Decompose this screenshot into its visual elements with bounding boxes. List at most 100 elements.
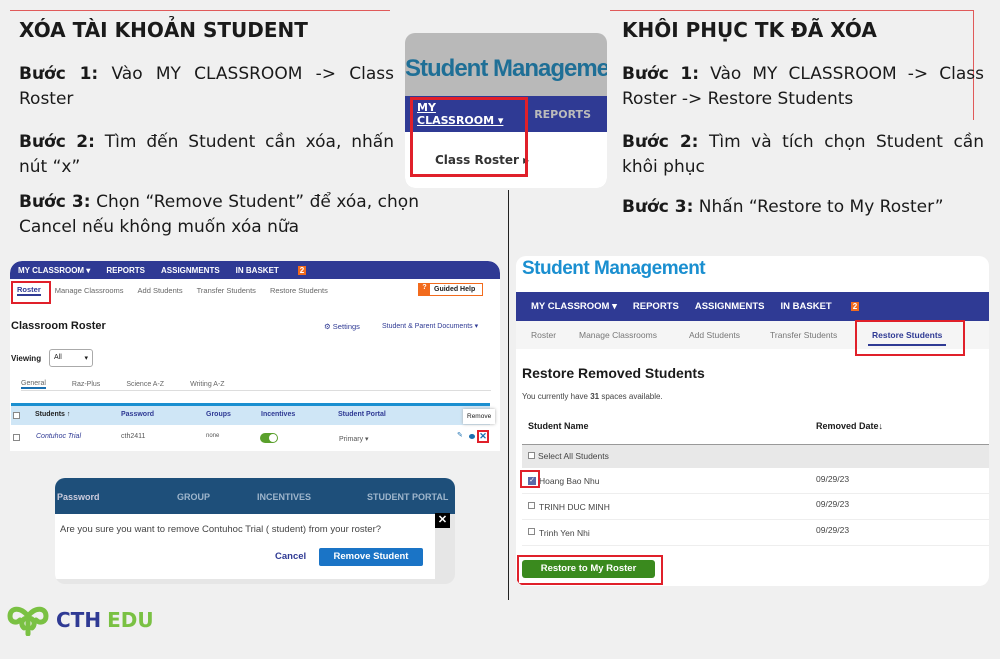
page-title: Classroom Roster <box>11 320 106 332</box>
roster-screenshot: MY CLASSROOM ▾ REPORTS ASSIGNMENTS IN BA… <box>10 261 500 451</box>
table-row: Contuhoc Trial cth2411 none Primary ▾ ✎ … <box>11 429 490 447</box>
divider-line <box>508 190 509 600</box>
col-incentives: Incentives <box>261 411 296 418</box>
student-password: cth2411 <box>121 433 146 440</box>
logo-edu: EDU <box>107 608 154 632</box>
left-title: XÓA TÀI KHOẢN STUDENT <box>19 18 308 42</box>
nav-my-classroom[interactable]: MY CLASSROOM ▾ <box>18 266 90 275</box>
logo-leaf-icon <box>7 606 49 636</box>
removed-date: 09/29/23 <box>816 525 850 535</box>
table-row: ✓ Hoang Bao Nhu 09/29/23 <box>522 468 989 494</box>
nav-in-basket[interactable]: IN BASKET 2 <box>236 265 323 275</box>
roster-tabs: General Raz-Plus Science A-Z Writing A-Z <box>21 379 491 391</box>
nav-in-basket[interactable]: IN BASKET 2 <box>781 301 876 312</box>
col-students[interactable]: Students ↑ <box>35 411 70 418</box>
nav-assignments[interactable]: ASSIGNMENTS <box>161 266 220 275</box>
decor-line <box>10 10 390 11</box>
tab-general[interactable]: General <box>21 380 46 389</box>
right-step-3: Bước 3: Nhấn “Restore to My Roster” <box>622 197 944 217</box>
page-title: Restore Removed Students <box>522 365 705 381</box>
tab-manage-classrooms[interactable]: Manage Classrooms <box>55 286 124 295</box>
tab-science[interactable]: Science A-Z <box>126 381 164 388</box>
row-checkbox[interactable] <box>528 528 535 535</box>
close-icon[interactable]: ✕ <box>435 513 450 528</box>
nav-reports[interactable]: REPORTS <box>106 266 145 275</box>
right-title: KHÔI PHỤC TK ĐÃ XÓA <box>622 18 877 42</box>
restore-screenshot: Student Management MY CLASSROOM ▾ REPORT… <box>516 256 989 586</box>
removed-date: 09/29/23 <box>816 474 850 484</box>
guided-help-button[interactable]: ? Guided Help <box>418 283 483 296</box>
brand-logo: Student Management <box>405 55 607 82</box>
removed-date: 09/29/23 <box>816 499 850 509</box>
logo-cth: CTH <box>56 608 102 632</box>
edit-icon[interactable]: ✎ <box>457 431 463 439</box>
basket-count: 2 <box>850 302 860 311</box>
tab-restore-students[interactable]: Restore Students <box>270 286 328 295</box>
highlight-box <box>520 470 540 488</box>
nav-bar: MY CLASSROOM ▾ REPORTS ASSIGNMENTS IN BA… <box>516 292 989 321</box>
left-step-1: Bước 1: Vào MY CLASSROOM -> Class Roster <box>19 64 394 109</box>
tab-add-students[interactable]: Add Students <box>138 286 183 295</box>
viewing-label: Viewing <box>11 354 42 363</box>
highlight-box <box>11 281 51 304</box>
nav-my-classroom[interactable]: MY CLASSROOM ▾ <box>531 301 617 312</box>
table-row: Trinh Yen Nhi 09/29/23 <box>522 520 989 546</box>
select-all-checkbox[interactable] <box>13 412 20 419</box>
nav-reports[interactable]: REPORTS <box>633 301 679 312</box>
right-step-2: Bước 2: Tìm và tích chọn Student cần khô… <box>622 132 984 177</box>
highlight-box <box>517 555 663 585</box>
message-icon[interactable] <box>469 434 475 439</box>
menu-screenshot: Student Management MY CLASSROOM ▾ REPORT… <box>405 33 607 188</box>
student-name[interactable]: Contuhoc Trial <box>36 433 81 440</box>
table-header: Students ↑ Password Groups Incentives St… <box>11 403 490 425</box>
remove-x-icon[interactable]: ✕ <box>477 430 489 443</box>
right-step-1: Bước 1: Vào MY CLASSROOM -> Class Roster… <box>622 64 984 109</box>
cancel-button[interactable]: Cancel <box>275 551 306 562</box>
dialog: Are you sure you want to remove Contuhoc… <box>55 514 435 579</box>
basket-count: 2 <box>297 265 307 275</box>
spaces-available: You currently have 31 spaces available. <box>522 392 663 401</box>
student-name: Trinh Yen Nhi <box>539 528 590 538</box>
student-name: Hoang Bao Nhu <box>539 476 600 486</box>
col-removed-date[interactable]: Removed Date↓ <box>816 421 883 431</box>
viewing-select[interactable]: All ▾ <box>49 349 93 367</box>
tab-raz-plus[interactable]: Raz-Plus <box>72 381 100 388</box>
portal-select[interactable]: Primary ▾ <box>339 435 369 443</box>
remove-tooltip: Remove <box>463 409 496 424</box>
tab-writing[interactable]: Writing A-Z <box>190 381 225 388</box>
documents-link[interactable]: Student & Parent Documents ▾ <box>382 322 478 330</box>
col-groups: Groups <box>206 411 231 418</box>
select-all-checkbox[interactable] <box>528 452 535 459</box>
student-name: TRINH DUC MINH <box>539 502 610 512</box>
dialog-message: Are you sure you want to remove Contuhoc… <box>60 524 382 535</box>
row-checkbox[interactable] <box>528 502 535 509</box>
nav-assignments[interactable]: ASSIGNMENTS <box>695 301 765 312</box>
cth-edu-logo: CTH EDU <box>6 604 154 636</box>
highlight-box <box>410 97 528 177</box>
nav-reports[interactable]: REPORTS <box>534 108 591 121</box>
remove-student-button[interactable]: Remove Student <box>319 548 423 566</box>
tab-manage-classrooms[interactable]: Manage Classrooms <box>579 330 657 340</box>
settings-link[interactable]: ⚙ Settings <box>324 322 360 331</box>
brand-logo: Student Management <box>522 258 706 279</box>
tab-transfer-students[interactable]: Transfer Students <box>197 286 256 295</box>
highlight-box <box>855 320 965 356</box>
col-password: Password <box>121 411 155 418</box>
select-all-row[interactable]: Select All Students <box>522 444 989 468</box>
col-student-name: Student Name <box>528 421 589 431</box>
left-step-2: Bước 2: Tìm đến Student cần xóa, nhấn nú… <box>19 132 395 177</box>
tab-add-students[interactable]: Add Students <box>689 330 740 340</box>
table-row: TRINH DUC MINH 09/29/23 <box>522 494 989 520</box>
help-icon: ? <box>419 284 430 295</box>
student-groups: none <box>206 433 220 439</box>
dialog-header-bar: Password GROUP INCENTIVES STUDENT PORTAL <box>55 478 455 514</box>
tab-roster[interactable]: Roster <box>531 330 556 340</box>
row-checkbox[interactable] <box>13 434 20 441</box>
incentives-toggle[interactable] <box>260 433 278 443</box>
left-step-3: Bước 3: Chọn “Remove Student” để xóa, ch… <box>19 192 419 237</box>
sub-nav: Roster Manage Classrooms Add Students Tr… <box>17 283 328 297</box>
col-student-portal: Student Portal <box>338 411 386 418</box>
decor-line <box>610 10 974 11</box>
nav-bar: MY CLASSROOM ▾ REPORTS ASSIGNMENTS IN BA… <box>10 261 500 279</box>
tab-transfer-students[interactable]: Transfer Students <box>770 330 837 340</box>
